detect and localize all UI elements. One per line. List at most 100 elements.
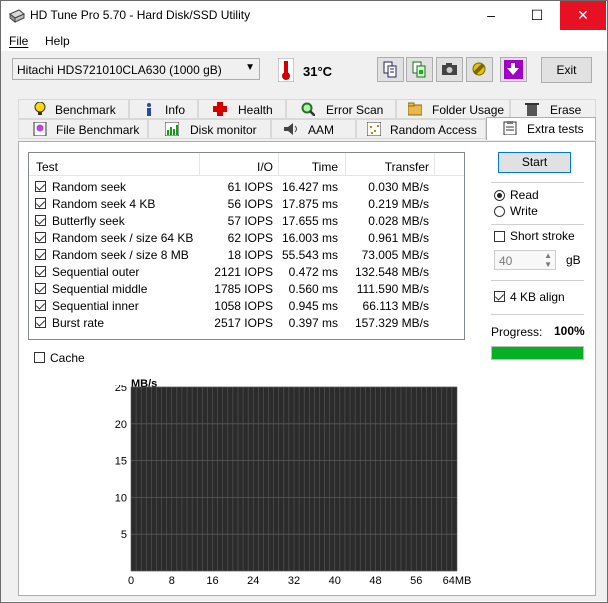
chart-x-tick-label: 32 bbox=[288, 575, 300, 585]
scatter-icon bbox=[367, 122, 381, 136]
row-test-name: Burst rate bbox=[52, 316, 105, 330]
short-stroke-label: Short stroke bbox=[510, 229, 575, 243]
divider bbox=[491, 224, 584, 225]
row-transfer: 0.219 MB/s bbox=[368, 197, 429, 211]
chart-x-tick-label: 56 bbox=[410, 575, 422, 585]
header-test[interactable]: Test bbox=[36, 160, 58, 174]
divider bbox=[491, 182, 584, 183]
row-checkbox[interactable] bbox=[35, 198, 46, 209]
drive-select-value: Hitachi HDS721010CLA630 (1000 gB) bbox=[17, 63, 222, 77]
row-test-name: Random seek bbox=[52, 180, 127, 194]
tab-error-scan[interactable]: Error Scan bbox=[286, 99, 396, 119]
options-button[interactable] bbox=[466, 57, 493, 82]
write-label: Write bbox=[510, 204, 538, 218]
copy-image-icon bbox=[412, 61, 426, 78]
header-io[interactable]: I/O bbox=[200, 160, 273, 174]
clipboard-icon bbox=[503, 121, 517, 135]
row-test-name: Sequential middle bbox=[52, 282, 148, 296]
maximize-button[interactable]: ☐ bbox=[514, 1, 560, 30]
row-io: 2121 IOPS bbox=[214, 265, 273, 279]
row-checkbox[interactable] bbox=[35, 249, 46, 260]
tab-erase[interactable]: Erase bbox=[510, 99, 596, 119]
tab-folder-usage[interactable]: Folder Usage bbox=[396, 99, 510, 119]
bulb-icon bbox=[34, 102, 46, 115]
row-io: 56 IOPS bbox=[227, 197, 273, 211]
temperature-value: 31°C bbox=[303, 64, 333, 79]
row-time: 17.655 ms bbox=[281, 214, 338, 228]
progress-value: 100% bbox=[554, 324, 585, 338]
start-button[interactable]: Start bbox=[498, 152, 571, 173]
tab-aam[interactable]: AAM bbox=[271, 119, 356, 139]
row-test-name: Random seek 4 KB bbox=[52, 197, 156, 211]
menu-file[interactable]: File bbox=[9, 34, 28, 48]
app-disk-icon bbox=[9, 9, 25, 23]
transfer-chart: 25 20 15 10 5 0 8 16 24 32 40 48 56 64MB bbox=[115, 385, 472, 585]
row-io: 1785 IOPS bbox=[214, 282, 273, 296]
copy-screenshot-button[interactable] bbox=[406, 57, 433, 82]
read-radio[interactable] bbox=[494, 190, 505, 201]
tab-info[interactable]: Info bbox=[129, 99, 198, 119]
chevron-down-icon: ▼ bbox=[245, 62, 255, 73]
minimize-button[interactable]: – bbox=[468, 1, 514, 30]
row-checkbox[interactable] bbox=[35, 283, 46, 294]
close-button[interactable]: ✕ bbox=[560, 1, 606, 30]
header-transfer[interactable]: Transfer bbox=[346, 160, 429, 174]
chart-x-tick-label: 8 bbox=[169, 575, 175, 585]
drive-select[interactable]: Hitachi HDS721010CLA630 (1000 gB) ▼ bbox=[12, 58, 260, 80]
align-checkbox[interactable] bbox=[494, 291, 505, 302]
spinner-arrows-icon: ▲ ▼ bbox=[544, 251, 552, 269]
trash-icon bbox=[525, 103, 539, 116]
tab-random-access[interactable]: Random Access bbox=[356, 119, 486, 139]
row-checkbox[interactable] bbox=[35, 300, 46, 311]
magnifier-icon bbox=[301, 102, 315, 116]
chart-y-tick-label: 10 bbox=[115, 492, 127, 504]
chart-y-tick-label: 20 bbox=[115, 419, 127, 431]
folder-icon bbox=[408, 102, 422, 116]
tab-health[interactable]: Health bbox=[198, 99, 286, 119]
save-download-button[interactable] bbox=[500, 57, 527, 82]
short-stroke-unit: gB bbox=[566, 253, 581, 267]
cache-checkbox[interactable] bbox=[34, 352, 45, 363]
short-stroke-spinner[interactable]: 40 ▲ ▼ bbox=[494, 250, 556, 270]
row-time: 16.003 ms bbox=[281, 231, 338, 245]
align-label: 4 KB align bbox=[510, 290, 565, 304]
row-time: 0.472 ms bbox=[288, 265, 338, 279]
row-checkbox[interactable] bbox=[35, 181, 46, 192]
row-checkbox[interactable] bbox=[35, 215, 46, 226]
row-time: 0.560 ms bbox=[288, 282, 338, 296]
row-transfer: 0.028 MB/s bbox=[368, 214, 429, 228]
row-io: 57 IOPS bbox=[227, 214, 273, 228]
tab-file-benchmark[interactable]: File Benchmark bbox=[18, 119, 148, 139]
menu-help[interactable]: Help bbox=[45, 34, 70, 48]
row-time: 0.945 ms bbox=[288, 299, 338, 313]
chart-y-tick-label: 25 bbox=[115, 385, 127, 394]
row-test-name: Random seek / size 8 MB bbox=[52, 248, 189, 262]
row-checkbox[interactable] bbox=[35, 317, 46, 328]
menu-bar bbox=[1, 31, 607, 51]
row-io: 18 IOPS bbox=[227, 248, 273, 262]
row-transfer: 73.005 MB/s bbox=[361, 248, 429, 262]
tab-disk-monitor[interactable]: Disk monitor bbox=[148, 119, 271, 139]
screenshot-button[interactable] bbox=[436, 57, 463, 82]
copy-info-button[interactable] bbox=[377, 57, 404, 82]
row-checkbox[interactable] bbox=[35, 266, 46, 277]
chart-x-tick-label: 24 bbox=[247, 575, 259, 585]
health-cross-icon bbox=[213, 102, 227, 116]
row-io: 1058 IOPS bbox=[214, 299, 273, 313]
row-test-name: Random seek / size 64 KB bbox=[52, 231, 194, 245]
tab-benchmark[interactable]: Benchmark bbox=[18, 99, 129, 119]
row-test-name: Butterfly seek bbox=[52, 214, 125, 228]
speaker-icon bbox=[284, 123, 297, 135]
row-transfer: 66.113 MB/s bbox=[362, 299, 429, 313]
progress-fill bbox=[492, 347, 583, 359]
camera-icon bbox=[442, 63, 457, 75]
write-radio[interactable] bbox=[494, 206, 505, 217]
row-transfer: 132.548 MB/s bbox=[354, 265, 429, 279]
chart-y-tick-label: 5 bbox=[121, 529, 127, 541]
row-checkbox[interactable] bbox=[35, 232, 46, 243]
tab-extra-tests[interactable]: Extra tests bbox=[486, 117, 596, 140]
exit-button[interactable]: Exit bbox=[541, 57, 592, 83]
download-arrow-icon bbox=[504, 60, 523, 79]
header-time[interactable]: Time bbox=[279, 160, 338, 174]
short-stroke-checkbox[interactable] bbox=[494, 231, 505, 242]
